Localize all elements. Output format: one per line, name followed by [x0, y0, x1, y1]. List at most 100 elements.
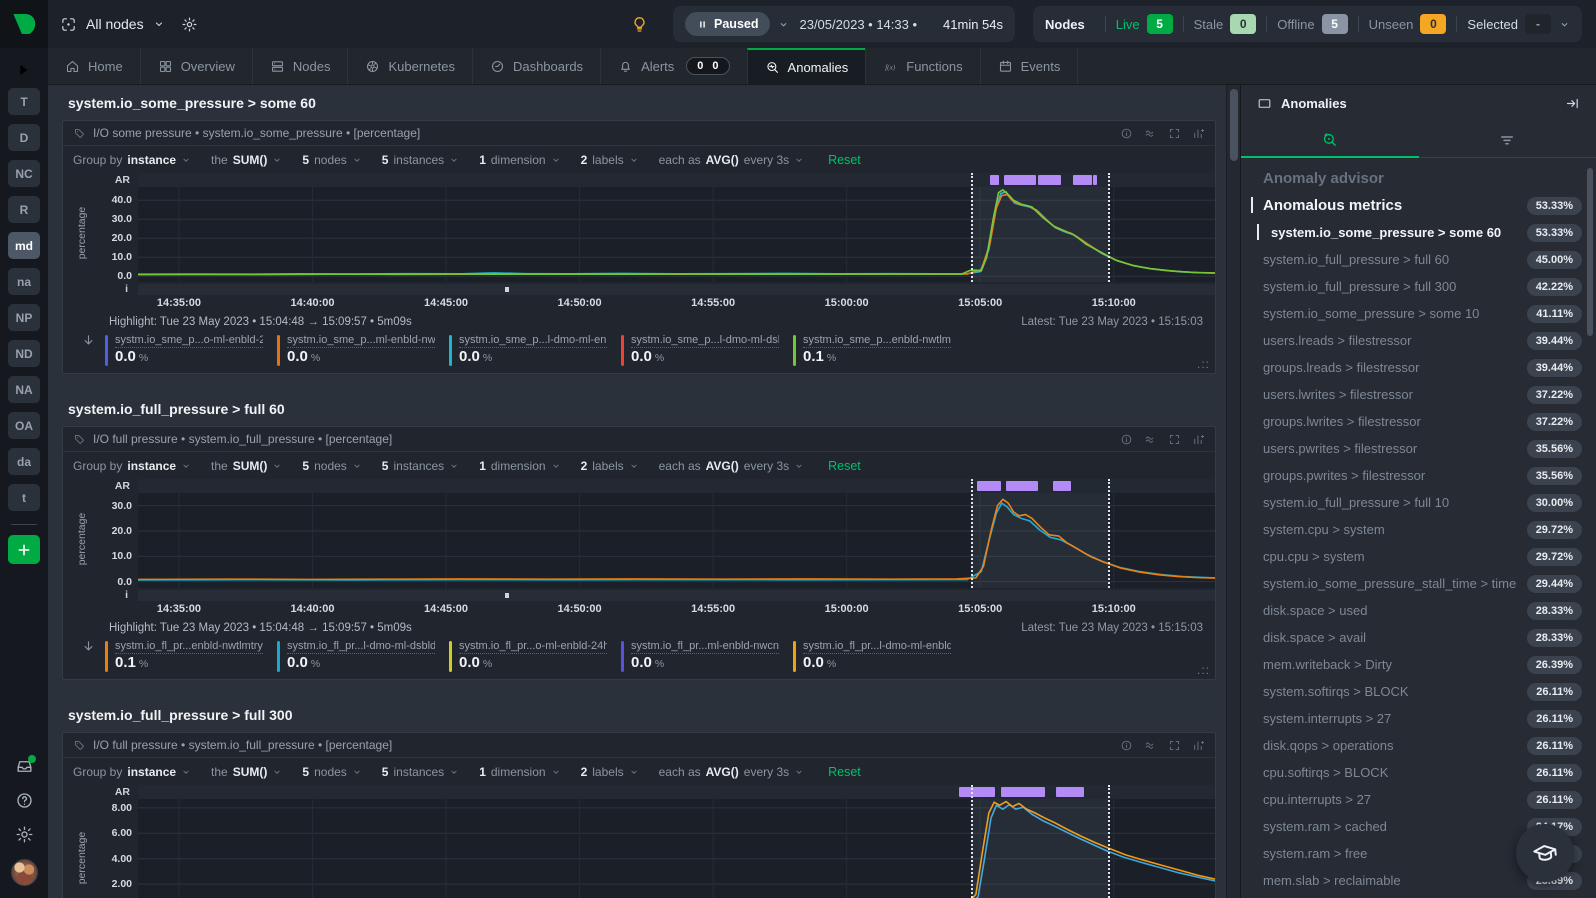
toolbar-control[interactable]: 5 instances	[382, 153, 459, 167]
collapse-sidebar-icon[interactable]	[1565, 96, 1580, 111]
legend-item[interactable]: systm.io_sme_p...l-dmo-ml-dsbld 0.0%	[621, 334, 793, 366]
anomalous-metric-row[interactable]: groups.lreads > filestressor 39.44%	[1263, 359, 1582, 377]
node-picker[interactable]: All nodes	[60, 16, 165, 33]
node-state-unseen[interactable]: Unseen 0	[1369, 14, 1447, 34]
toolbar-control[interactable]: each as AVG() every 3s	[659, 765, 805, 779]
reset-button[interactable]: Reset	[828, 765, 861, 779]
toolbar-control[interactable]: Group by instance	[73, 459, 191, 473]
chart-plot-area[interactable]: AR percentage 40.0 30.0 20.0 10.0 0.0 i 14:35:00…	[63, 173, 1215, 309]
anomalous-metric-row[interactable]: system.interrupts > 27 26.11%	[1263, 710, 1582, 728]
resize-handle-icon[interactable]: .::	[1197, 357, 1210, 371]
reset-button[interactable]: Reset	[828, 459, 861, 473]
space-tile-oa[interactable]: OA	[8, 412, 40, 439]
anomalous-metric-row[interactable]: cpu.softirqs > BLOCK 26.11%	[1263, 764, 1582, 782]
tab-dashboards[interactable]: Dashboards	[471, 48, 600, 84]
legend-item[interactable]: systm.io_sme_p...o-ml-enbld-24h 0.0%	[105, 334, 277, 366]
space-tile-t[interactable]: T	[8, 88, 40, 115]
legend-item[interactable]: systm.io_sme_p...l-dmo-ml-enbld 0.0%	[449, 334, 621, 366]
toolbar-control[interactable]: 1 dimension	[479, 459, 560, 473]
toolbar-control[interactable]: 5 instances	[382, 459, 459, 473]
reset-button[interactable]: Reset	[828, 153, 861, 167]
tab-anomalies[interactable]: Anomalies	[746, 48, 866, 84]
space-tile-np[interactable]: NP	[8, 304, 40, 331]
space-tile-nc[interactable]: NC	[8, 160, 40, 187]
toolbar-control[interactable]: 1 dimension	[479, 153, 560, 167]
tab-anomaly-advisor[interactable]	[1241, 122, 1419, 158]
add-space-button[interactable]	[8, 535, 40, 564]
tab-events[interactable]: Events	[979, 48, 1078, 84]
node-state-selected[interactable]: Selected -	[1467, 14, 1551, 34]
anomalous-metric-row[interactable]: users.pwrites > filestressor 35.56%	[1263, 440, 1582, 458]
anomalous-metric-row[interactable]: groups.pwrites > filestressor 35.56%	[1263, 467, 1582, 485]
tab-alerts[interactable]: Alerts 0 0	[600, 48, 746, 84]
date-range-label[interactable]: 23/05/2023 • 14:33 •	[799, 17, 917, 32]
anomalous-metric-row[interactable]: disk.space > used 28.33%	[1263, 602, 1582, 620]
anomalous-metric-row[interactable]: users.lreads > filestressor 39.44%	[1263, 332, 1582, 350]
netdata-logo[interactable]	[0, 0, 48, 48]
anomalous-metric-row[interactable]: system.cpu > system 29.72%	[1263, 521, 1582, 539]
legend-item[interactable]: systm.io_fl_pr...l-dmo-ml-enbld 0.0%	[793, 640, 965, 672]
anomalous-metric-row[interactable]: system.io_some_pressure > some 60 53.33%	[1257, 224, 1582, 242]
tab-anomaly-filters[interactable]	[1419, 122, 1596, 157]
help-icon[interactable]	[15, 791, 34, 810]
anomalous-metric-row[interactable]: Anomalous metrics 53.33%	[1251, 197, 1582, 215]
anomalous-metric-row[interactable]: system.io_full_pressure > full 10 30.00%	[1263, 494, 1582, 512]
node-state-live[interactable]: Live 5	[1116, 14, 1173, 34]
anomalous-metric-row[interactable]: system.io_full_pressure > full 300 42.22%	[1263, 278, 1582, 296]
space-tile-da[interactable]: da	[8, 448, 40, 475]
toolbar-control[interactable]: the SUM()	[211, 459, 282, 473]
anomalous-metric-row[interactable]: system.io_some_pressure_stall_time > tim…	[1263, 575, 1582, 593]
toolbar-control[interactable]: the SUM()	[211, 765, 282, 779]
tab-overview[interactable]: Overview	[139, 48, 252, 84]
paused-button[interactable]: Paused	[685, 12, 771, 36]
anomalous-metric-row[interactable]: disk.space > avail 28.33%	[1263, 629, 1582, 647]
anomalous-metric-row[interactable]: users.lwrites > filestressor 37.22%	[1263, 386, 1582, 404]
space-tile-na[interactable]: na	[8, 268, 40, 295]
toolbar-control[interactable]: each as AVG() every 3s	[659, 459, 805, 473]
expand-rail-icon[interactable]	[16, 62, 32, 78]
nodes-chevron-icon[interactable]	[1559, 19, 1570, 30]
space-tile-t[interactable]: t	[8, 484, 40, 511]
anomalous-metric-row[interactable]: cpu.interrupts > 27 26.11%	[1263, 791, 1582, 809]
node-state-stale[interactable]: Stale 0	[1194, 14, 1257, 34]
legend-item[interactable]: systm.io_fl_pr...o-ml-enbld-24h 0.0%	[449, 640, 621, 672]
legend-item[interactable]: systm.io_sme_p...ml-enbld-nwcnf 0.0%	[277, 334, 449, 366]
space-tile-r[interactable]: R	[8, 196, 40, 223]
anomalous-metric-row[interactable]: cpu.cpu > system 29.72%	[1263, 548, 1582, 566]
anomalous-metric-row[interactable]: mem.writeback > Dirty 26.39%	[1263, 656, 1582, 674]
sidebar-scrollbar-thumb[interactable]	[1587, 168, 1593, 336]
news-bulb-icon[interactable]	[630, 15, 649, 34]
toolbar-control[interactable]: 5 instances	[382, 765, 459, 779]
toolbar-control[interactable]: 1 dimension	[479, 765, 560, 779]
anomalous-metric-row[interactable]: disk.qops > operations 26.11%	[1263, 737, 1582, 755]
chart-plot-area[interactable]: AR percentage 30.0 20.0 10.0 0.0 i 14:35:00 14:4…	[63, 479, 1215, 615]
highlight-region[interactable]	[970, 187, 1109, 282]
chart-plot-area[interactable]: ARpercentage8.006.004.002.000.00i14:35:0…	[63, 785, 1215, 898]
resize-handle-icon[interactable]: .::	[1197, 663, 1210, 677]
time-chevron-icon[interactable]	[778, 19, 789, 30]
space-tile-na[interactable]: NA	[8, 376, 40, 403]
anomalous-metric-row[interactable]: system.softirqs > BLOCK 26.11%	[1263, 683, 1582, 701]
highlight-region[interactable]	[970, 493, 1109, 588]
toolbar-control[interactable]: 2 labels	[581, 153, 639, 167]
toolbar-control[interactable]: the SUM()	[211, 153, 282, 167]
anomalous-metric-row[interactable]: system.io_some_pressure > some 10 41.11%	[1263, 305, 1582, 323]
legend-item[interactable]: systm.io_fl_pr...l-dmo-ml-dsbld 0.0%	[277, 640, 449, 672]
toolbar-control[interactable]: 5 nodes	[302, 153, 361, 167]
space-tile-md[interactable]: md	[8, 232, 40, 259]
anomalous-metric-row[interactable]: system.io_full_pressure > full 60 45.00%	[1263, 251, 1582, 269]
anomalous-metric-row[interactable]: groups.lwrites > filestressor 37.22%	[1263, 413, 1582, 431]
toolbar-control[interactable]: 5 nodes	[302, 765, 361, 779]
settings-icon[interactable]	[15, 825, 34, 844]
toolbar-control[interactable]: 2 labels	[581, 765, 639, 779]
node-state-offline[interactable]: Offline 5	[1277, 14, 1348, 34]
legend-item[interactable]: systm.io_fl_pr...ml-enbld-nwcnf 0.0%	[621, 640, 793, 672]
tab-nodes[interactable]: Nodes	[251, 48, 348, 84]
highlight-region[interactable]	[970, 799, 1109, 898]
legend-item[interactable]: systm.io_fl_pr...enbld-nwtlmtry 0.1%	[105, 640, 277, 672]
main-scrollbar-thumb[interactable]	[1230, 89, 1238, 161]
tab-functions[interactable]: f(x) Functions	[865, 48, 979, 84]
toolbar-control[interactable]: 2 labels	[581, 459, 639, 473]
user-avatar[interactable]	[10, 859, 38, 886]
space-tile-nd[interactable]: ND	[8, 340, 40, 367]
